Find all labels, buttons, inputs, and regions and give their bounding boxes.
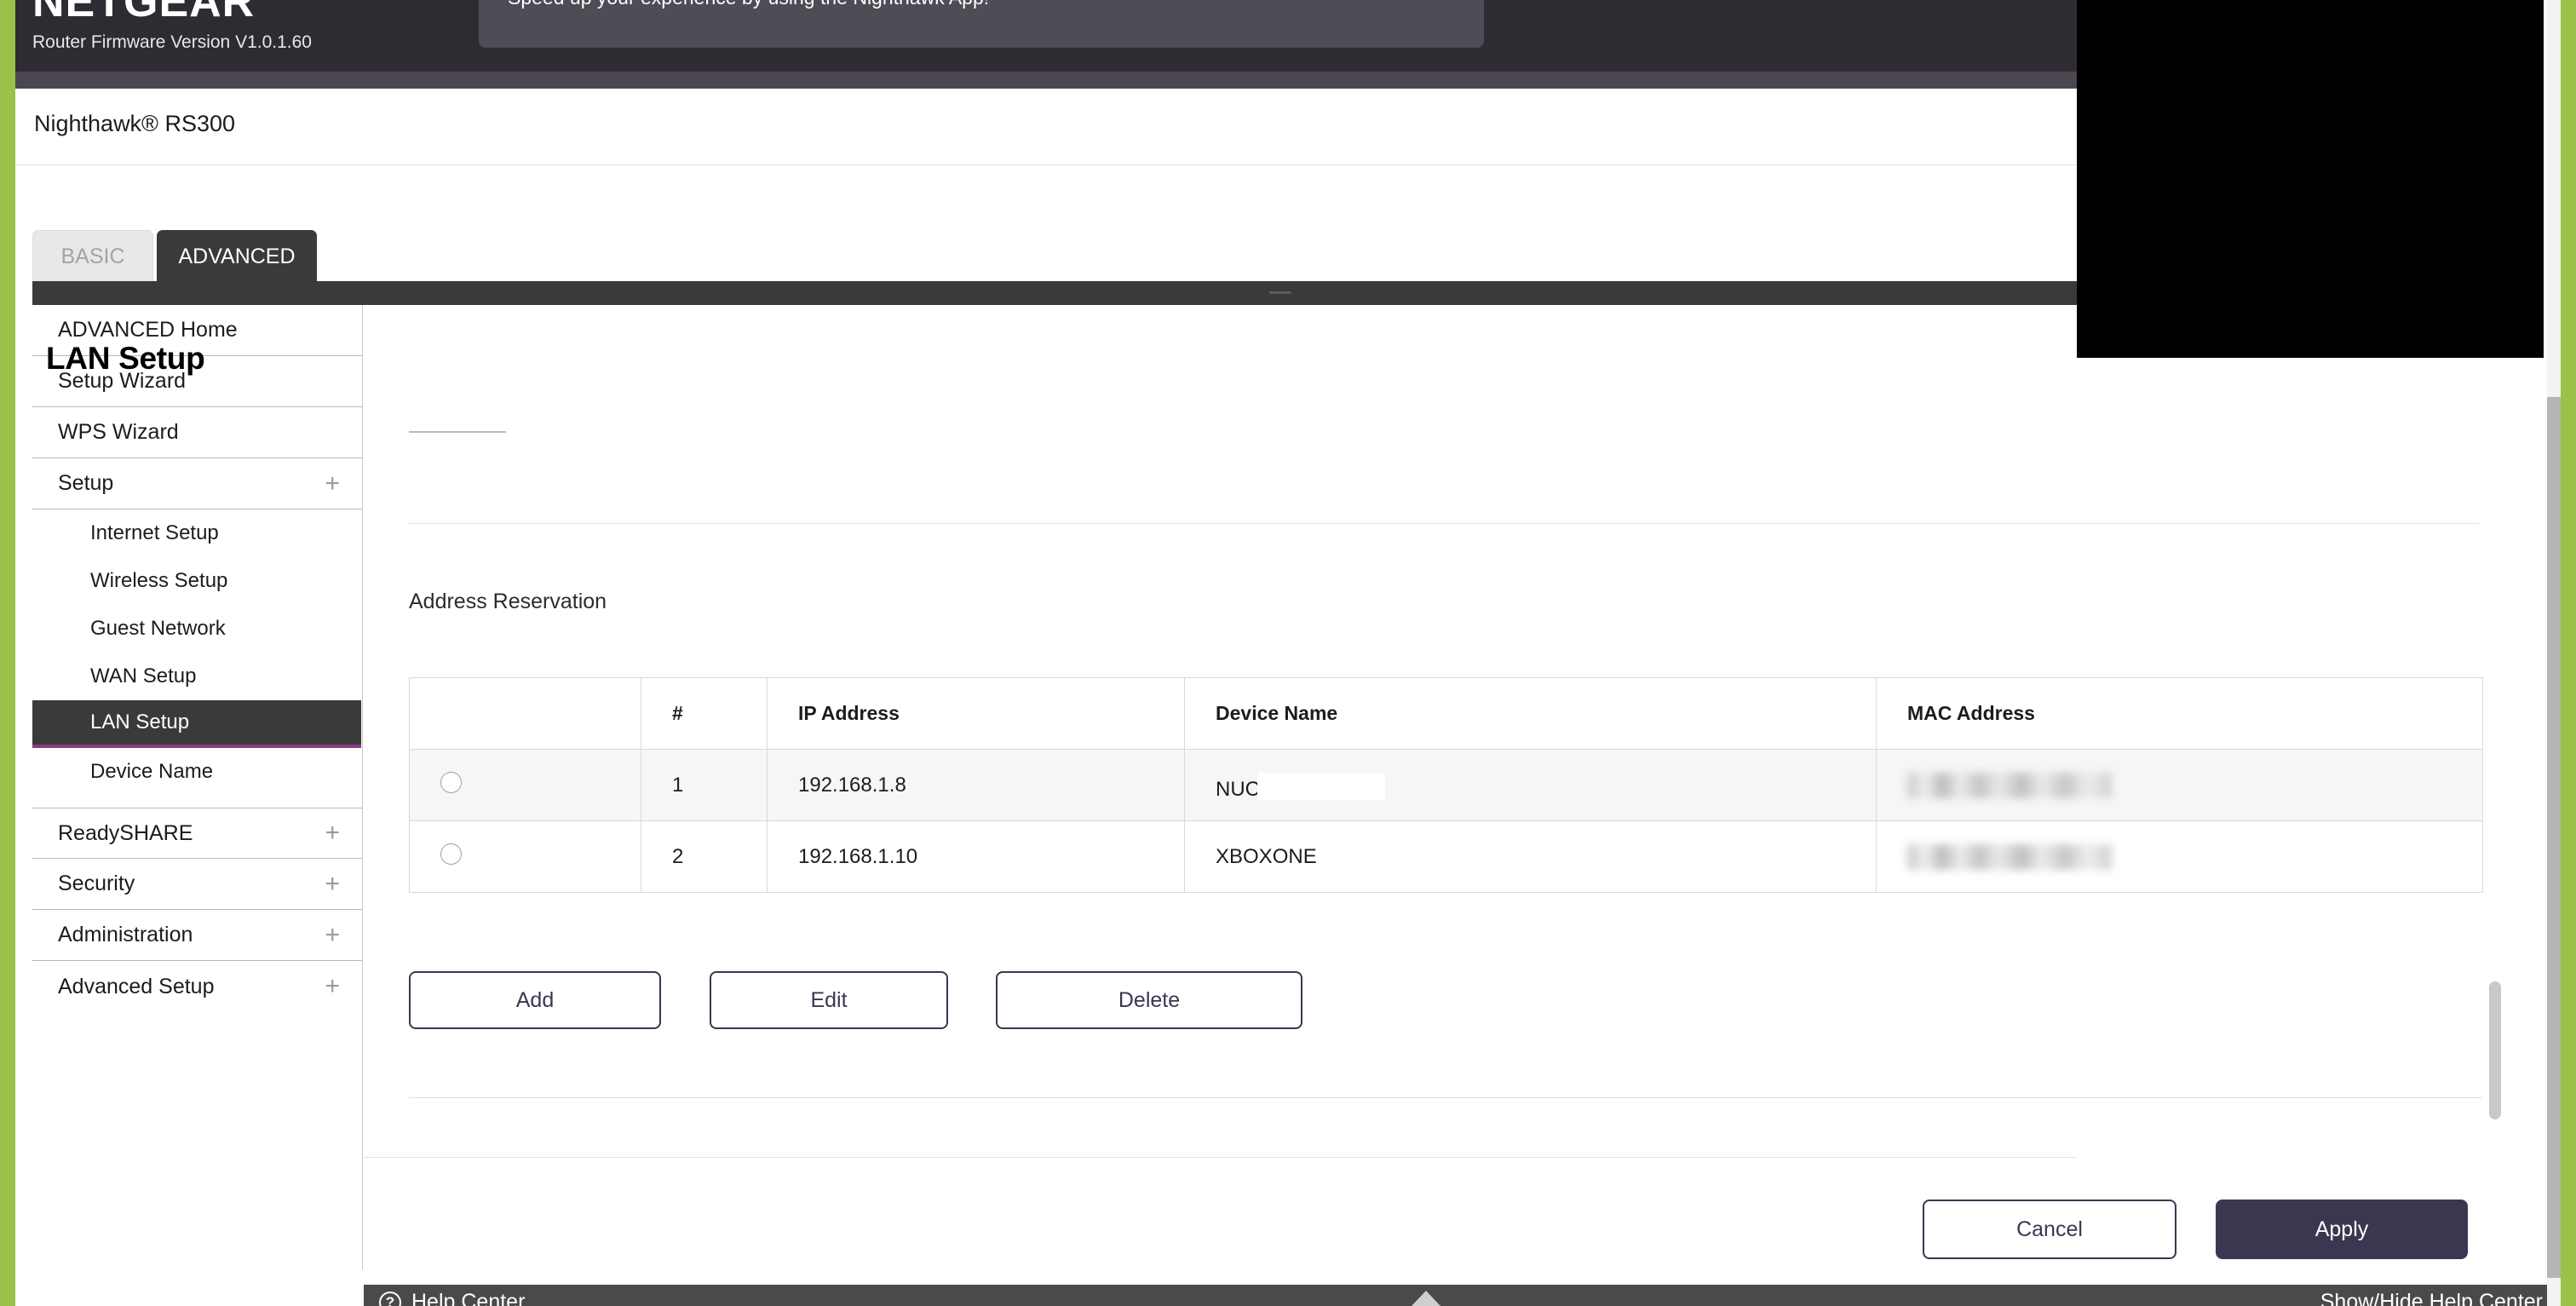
scrolled-field-underline xyxy=(409,431,506,433)
row-device-name-text: NUC xyxy=(1216,778,1260,801)
row-number: 2 xyxy=(641,821,768,893)
row-mac-address xyxy=(1877,821,2483,893)
row-device-name: NUC xyxy=(1185,750,1877,821)
sidebar-item-device-name[interactable]: Device Name xyxy=(32,748,362,796)
apply-button[interactable]: Apply xyxy=(2216,1200,2468,1259)
help-center-left-group[interactable]: ? Help Center xyxy=(379,1290,525,1306)
row-ip-address: 192.168.1.10 xyxy=(768,821,1185,893)
question-mark-icon: ? xyxy=(379,1292,401,1306)
sidebar-item-wps-wizard[interactable]: WPS Wizard xyxy=(32,407,362,458)
window-scrollbar-thumb[interactable] xyxy=(2547,397,2561,1278)
sidebar-item-label: Administration xyxy=(58,923,193,947)
sidebar-subitem-label: Internet Setup xyxy=(90,521,219,545)
sidebar-item-administration[interactable]: Administration + xyxy=(32,910,362,961)
row-select-cell[interactable] xyxy=(410,750,641,821)
tab-underbar-notch xyxy=(1269,291,1291,294)
scrolled-row-text: 24 Hours xyxy=(46,382,132,388)
mac-address-blurred xyxy=(1907,773,2112,798)
edit-button[interactable]: Edit xyxy=(710,971,948,1029)
mac-address-blurred xyxy=(1907,844,2112,870)
sidebar-item-advanced-setup[interactable]: Advanced Setup + xyxy=(32,961,362,1012)
row-device-name: XBOXONE xyxy=(1185,821,1877,893)
right-accent-rail xyxy=(2561,0,2576,1306)
sidebar-item-security[interactable]: Security + xyxy=(32,859,362,910)
help-center-label: Help Center xyxy=(411,1290,525,1306)
sidebar-item-wan-setup[interactable]: WAN Setup xyxy=(32,653,362,700)
row-mac-address xyxy=(1877,750,2483,821)
row-ip-address: 192.168.1.8 xyxy=(768,750,1185,821)
sidebar-subitem-label: LAN Setup xyxy=(90,711,189,734)
sidebar-subitem-label: WAN Setup xyxy=(90,665,197,688)
sidebar-item-setup[interactable]: Setup + xyxy=(32,458,362,509)
show-hide-help-center-link[interactable]: Show/Hide Help Center xyxy=(2320,1290,2543,1306)
sidebar-item-readyshare[interactable]: ReadySHARE + xyxy=(32,808,362,859)
cancel-button[interactable]: Cancel xyxy=(1923,1200,2176,1259)
left-accent-rail xyxy=(0,0,15,1306)
sidebar-nav: ADVANCED Home Setup Wizard WPS Wizard Se… xyxy=(32,305,363,1269)
address-reservation-label: Address Reservation xyxy=(409,590,607,614)
section-divider xyxy=(409,523,2479,524)
help-center-bar: ? Help Center Show/Hide Help Center xyxy=(364,1285,2562,1306)
plus-icon[interactable]: + xyxy=(325,974,340,999)
firmware-version-text: Router Firmware Version V1.0.1.60 xyxy=(32,32,312,53)
chevron-up-icon[interactable] xyxy=(1412,1291,1440,1306)
redaction-box xyxy=(1257,773,1385,800)
promo-message: Speed up your experience by using the Ni… xyxy=(508,0,989,9)
tab-advanced[interactable]: ADVANCED xyxy=(157,230,317,283)
table-row[interactable]: 2 192.168.1.10 XBOXONE xyxy=(410,821,2483,893)
sidebar-item-label: Security xyxy=(58,872,135,896)
black-overlay-region xyxy=(2077,0,2544,358)
row-number: 1 xyxy=(641,750,768,821)
row-select-cell[interactable] xyxy=(410,821,641,893)
column-header-number: # xyxy=(641,678,768,750)
column-header-device-name: Device Name xyxy=(1185,678,1877,750)
tab-underbar xyxy=(32,281,2077,305)
sidebar-item-label: ReadySHARE xyxy=(58,821,193,846)
scrolled-row-clip: 24 Hours xyxy=(46,382,642,404)
plus-icon[interactable]: + xyxy=(325,820,340,846)
device-title-bar: Nighthawk® RS300 xyxy=(15,89,2077,165)
radio-button[interactable] xyxy=(440,772,462,793)
sidebar-item-label: Advanced Setup xyxy=(58,975,214,999)
delete-button[interactable]: Delete xyxy=(996,971,1302,1029)
add-button[interactable]: Add xyxy=(409,971,661,1029)
address-reservation-table: # IP Address Device Name MAC Address 1 1… xyxy=(409,677,2483,893)
plus-icon[interactable]: + xyxy=(325,471,340,497)
column-header-select xyxy=(410,678,641,750)
sidebar-item-wireless-setup[interactable]: Wireless Setup xyxy=(32,557,362,605)
content-bottom-divider xyxy=(409,1097,2482,1098)
action-footer-bar xyxy=(364,1157,2077,1269)
lan-setup-heading: LAN Setup xyxy=(46,341,204,377)
tab-basic[interactable]: BASIC xyxy=(32,230,153,283)
sidebar-item-lan-setup[interactable]: LAN Setup xyxy=(32,700,361,748)
router-admin-page: NETGEAR Router Firmware Version V1.0.1.6… xyxy=(0,0,2576,1306)
sidebar-item-label: WPS Wizard xyxy=(58,420,179,445)
sidebar-item-label: ADVANCED Home xyxy=(58,318,238,342)
sidebar-item-label: Setup xyxy=(58,471,113,496)
plus-icon[interactable]: + xyxy=(325,923,340,948)
content-scrollbar-thumb[interactable] xyxy=(2489,981,2501,1119)
radio-button[interactable] xyxy=(440,843,462,865)
sidebar-subitem-label: Guest Network xyxy=(90,617,226,641)
netgear-logo: NETGEAR xyxy=(32,0,255,27)
column-header-mac-address: MAC Address xyxy=(1877,678,2483,750)
table-row[interactable]: 1 192.168.1.8 NUC xyxy=(410,750,2483,821)
nighthawk-app-promo-toast: Speed up your experience by using the Ni… xyxy=(479,0,1484,48)
sidebar-item-guest-network[interactable]: Guest Network xyxy=(32,605,362,653)
sidebar-subitem-label: Device Name xyxy=(90,760,213,784)
sidebar-item-internet-setup[interactable]: Internet Setup xyxy=(32,509,362,557)
page-title: Nighthawk® RS300 xyxy=(34,111,235,137)
column-header-ip-address: IP Address xyxy=(768,678,1185,750)
sidebar-subitem-label: Wireless Setup xyxy=(90,569,227,593)
table-header-row: # IP Address Device Name MAC Address xyxy=(410,678,2483,750)
plus-icon[interactable]: + xyxy=(325,872,340,897)
header-sub-strip xyxy=(15,72,2077,89)
